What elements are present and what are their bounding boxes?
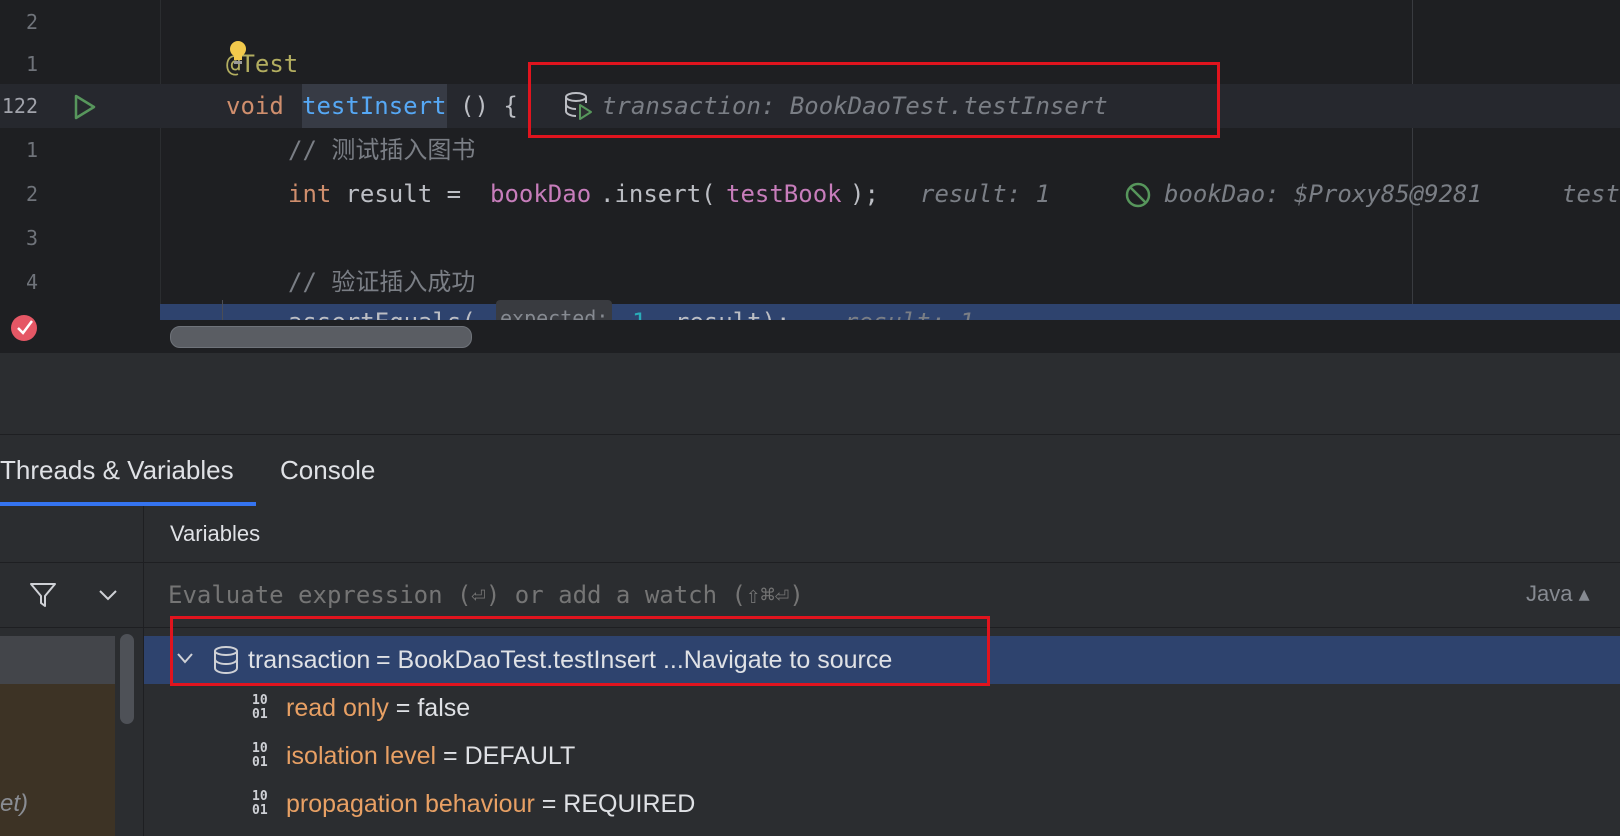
variable-row[interactable]: 10 01 isolation level = DEFAULT bbox=[144, 732, 1620, 780]
run-test-icon[interactable] bbox=[70, 93, 98, 121]
code-editor[interactable]: 2 1 @Test 122 void testInsert () { trans… bbox=[0, 0, 1620, 352]
code-text: ); bbox=[850, 180, 879, 208]
keyword: void bbox=[226, 92, 284, 120]
frames-toolbar bbox=[0, 562, 143, 628]
variable-value: = REQUIRED bbox=[534, 790, 696, 818]
primitive-value-icon: 10 01 bbox=[252, 741, 268, 770]
code-comment: // 验证插入成功 bbox=[288, 268, 476, 296]
line-number: 1 bbox=[25, 138, 38, 162]
variable-value: = false bbox=[388, 694, 471, 722]
method-name[interactable]: testInsert bbox=[302, 84, 447, 128]
variable-value: = DEFAULT bbox=[436, 742, 576, 770]
language-selector[interactable]: Java ▴ bbox=[1526, 562, 1590, 626]
tab-threads-variables[interactable]: Threads & Variables bbox=[0, 435, 234, 507]
field-ref: bookDao bbox=[490, 180, 592, 208]
code-line[interactable]: 2 bbox=[0, 0, 1620, 44]
intention-bulb-icon[interactable] bbox=[228, 40, 248, 66]
debug-value-hint: test bbox=[1562, 180, 1620, 208]
primitive-value-icon: 10 01 bbox=[252, 789, 268, 818]
variable-row[interactable]: 10 01 propagation behaviour = REQUIRED bbox=[144, 780, 1620, 828]
filter-icon[interactable] bbox=[28, 580, 58, 610]
primitive-value-icon: 10 01 bbox=[252, 693, 268, 722]
variable-name: isolation level bbox=[286, 742, 437, 770]
breakpoint-icon[interactable] bbox=[9, 311, 41, 343]
line-number: 4 bbox=[25, 270, 38, 294]
debug-toolbar-area bbox=[0, 352, 1620, 435]
code-comment: // 测试插入图书 bbox=[288, 136, 476, 164]
code-line[interactable]: 3 bbox=[0, 216, 1620, 260]
field-ref: testBook bbox=[726, 180, 842, 208]
indent-guide bbox=[222, 300, 223, 320]
code-text: result = bbox=[331, 180, 476, 208]
highlight-box-editor bbox=[528, 62, 1220, 138]
highlight-box-variables bbox=[170, 616, 990, 686]
frame-label: et) bbox=[0, 790, 29, 817]
tab-console[interactable]: Console bbox=[280, 435, 375, 507]
variable-row[interactable]: 10 01 read only = false bbox=[144, 684, 1620, 732]
variables-header: Variables bbox=[170, 521, 261, 546]
chevron-down-icon[interactable] bbox=[97, 588, 119, 602]
code-punct: () { bbox=[460, 92, 518, 120]
code-text: .insert( bbox=[600, 180, 716, 208]
line-number: 3 bbox=[25, 226, 38, 250]
debug-value-hint: bookDao: $Proxy85@9281 bbox=[1164, 180, 1482, 208]
code-line[interactable]: 4 // 验证插入成功 bbox=[0, 260, 1620, 304]
keyword: int bbox=[288, 180, 332, 208]
line-number: 2 bbox=[25, 182, 38, 206]
code-line[interactable]: 2 int result = bookDao .insert( testBook… bbox=[0, 172, 1620, 216]
line-number: 2 bbox=[25, 10, 38, 34]
variable-name: propagation behaviour bbox=[286, 790, 535, 818]
thread-frame-selected[interactable] bbox=[0, 636, 115, 684]
variable-name: read only bbox=[286, 694, 389, 722]
line-number: 122 bbox=[1, 94, 38, 118]
horizontal-scrollbar-thumb[interactable] bbox=[170, 326, 472, 348]
debug-value-hint: result: 1 bbox=[920, 180, 1051, 208]
debug-tab-bar: Threads & Variables Console bbox=[0, 434, 1620, 508]
no-entry-icon bbox=[1125, 182, 1151, 208]
line-number: 1 bbox=[25, 52, 38, 76]
frames-scrollbar-thumb[interactable] bbox=[120, 634, 134, 724]
